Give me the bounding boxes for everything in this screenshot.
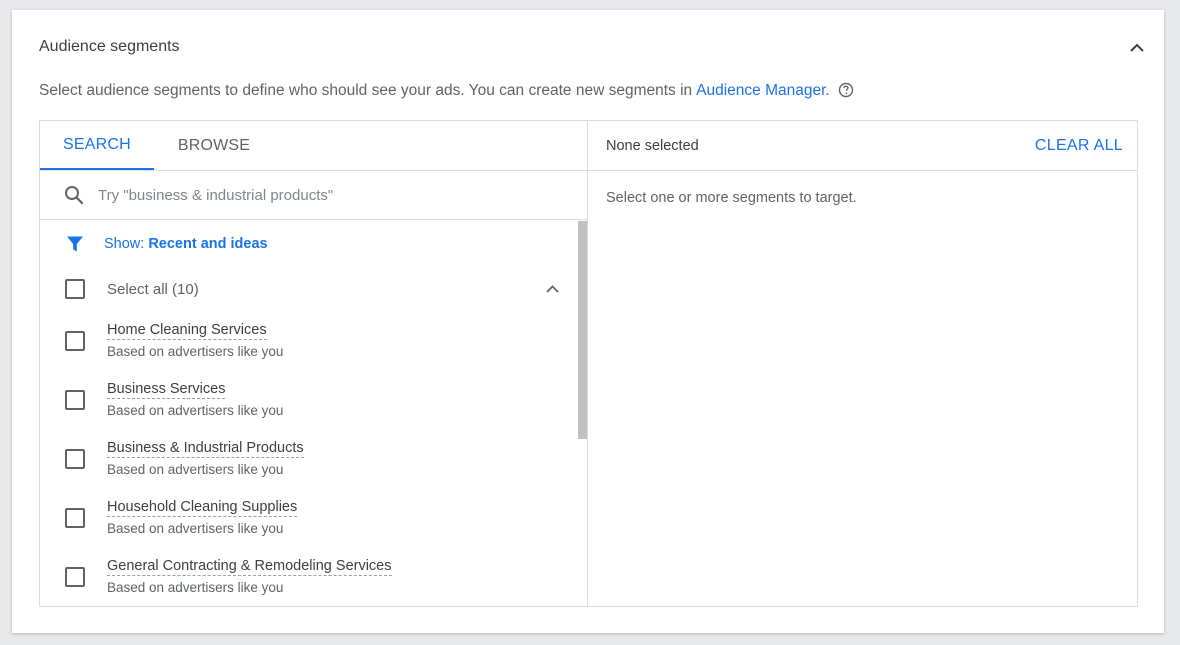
help-circle-icon[interactable] <box>838 82 856 100</box>
collapse-list-button[interactable] <box>540 277 564 301</box>
segment-name[interactable]: Business & Industrial Products <box>107 440 304 458</box>
audience-manager-link[interactable]: Audience Manager. <box>696 82 830 100</box>
card-title: Audience segments <box>39 38 180 55</box>
segment-list: Show: Recent and ideas Select all (10) H… <box>40 221 588 606</box>
search-icon <box>65 186 84 205</box>
filter-show-label: Show: <box>104 236 145 252</box>
segment-source: Based on advertisers like you <box>107 462 284 477</box>
selection-status: None selected <box>606 137 699 154</box>
segment-name[interactable]: Business Services <box>107 381 226 399</box>
search-row <box>40 171 587 220</box>
segment-source: Based on advertisers like you <box>107 521 284 536</box>
selection-empty-message: Select one or more segments to target. <box>606 190 857 206</box>
segment-source: Based on advertisers like you <box>107 344 284 359</box>
select-all-label: Select all (10) <box>107 280 199 298</box>
segment-checkbox[interactable] <box>65 389 85 410</box>
card-description: Select audience segments to define who s… <box>39 82 856 100</box>
segment-name[interactable]: General Contracting & Remodeling Service… <box>107 558 392 576</box>
segment-name[interactable]: Household Cleaning Supplies <box>107 499 298 517</box>
chevron-up-icon <box>1130 43 1144 52</box>
selected-header: None selected CLEAR ALL <box>588 121 1137 171</box>
segment-checkbox[interactable] <box>65 330 85 351</box>
select-all-row: Select all (10) <box>40 267 588 311</box>
list-item: Household Cleaning Supplies Based on adv… <box>40 488 588 547</box>
segment-checkbox[interactable] <box>65 566 85 587</box>
chevron-up-icon <box>545 285 559 293</box>
selected-segments-pane: None selected CLEAR ALL Select one or mo… <box>588 121 1137 606</box>
filter-icon <box>67 236 83 252</box>
segment-picker-left-pane: SEARCH BROWSE Show: Recent and ideas <box>40 121 588 606</box>
segment-picker-panel: SEARCH BROWSE Show: Recent and ideas <box>39 120 1138 607</box>
tab-search[interactable]: SEARCH <box>40 121 154 170</box>
list-item: General Contracting & Remodeling Service… <box>40 547 588 606</box>
filter-value[interactable]: Recent and ideas <box>148 236 267 252</box>
picker-tabs: SEARCH BROWSE <box>40 121 587 171</box>
segment-checkbox[interactable] <box>65 507 85 528</box>
clear-all-button[interactable]: CLEAR ALL <box>1035 137 1123 155</box>
select-all-checkbox[interactable] <box>65 279 85 299</box>
audience-segments-card: Audience segments Select audience segmen… <box>12 10 1164 633</box>
segment-name[interactable]: Home Cleaning Services <box>107 322 267 340</box>
tab-browse[interactable]: BROWSE <box>154 121 274 170</box>
segment-search-input[interactable] <box>98 186 518 204</box>
list-item: Business Services Based on advertisers l… <box>40 370 588 429</box>
description-text: Select audience segments to define who s… <box>39 82 693 99</box>
list-scrollbar[interactable] <box>578 221 587 439</box>
list-item: Business & Industrial Products Based on … <box>40 429 588 488</box>
card-header: Audience segments <box>39 36 1144 58</box>
list-item: Home Cleaning Services Based on advertis… <box>40 311 588 370</box>
segment-checkbox[interactable] <box>65 448 85 469</box>
segment-source: Based on advertisers like you <box>107 580 284 595</box>
segment-source: Based on advertisers like you <box>107 403 284 418</box>
collapse-button[interactable] <box>1125 35 1149 59</box>
filter-row[interactable]: Show: Recent and ideas <box>40 221 588 267</box>
